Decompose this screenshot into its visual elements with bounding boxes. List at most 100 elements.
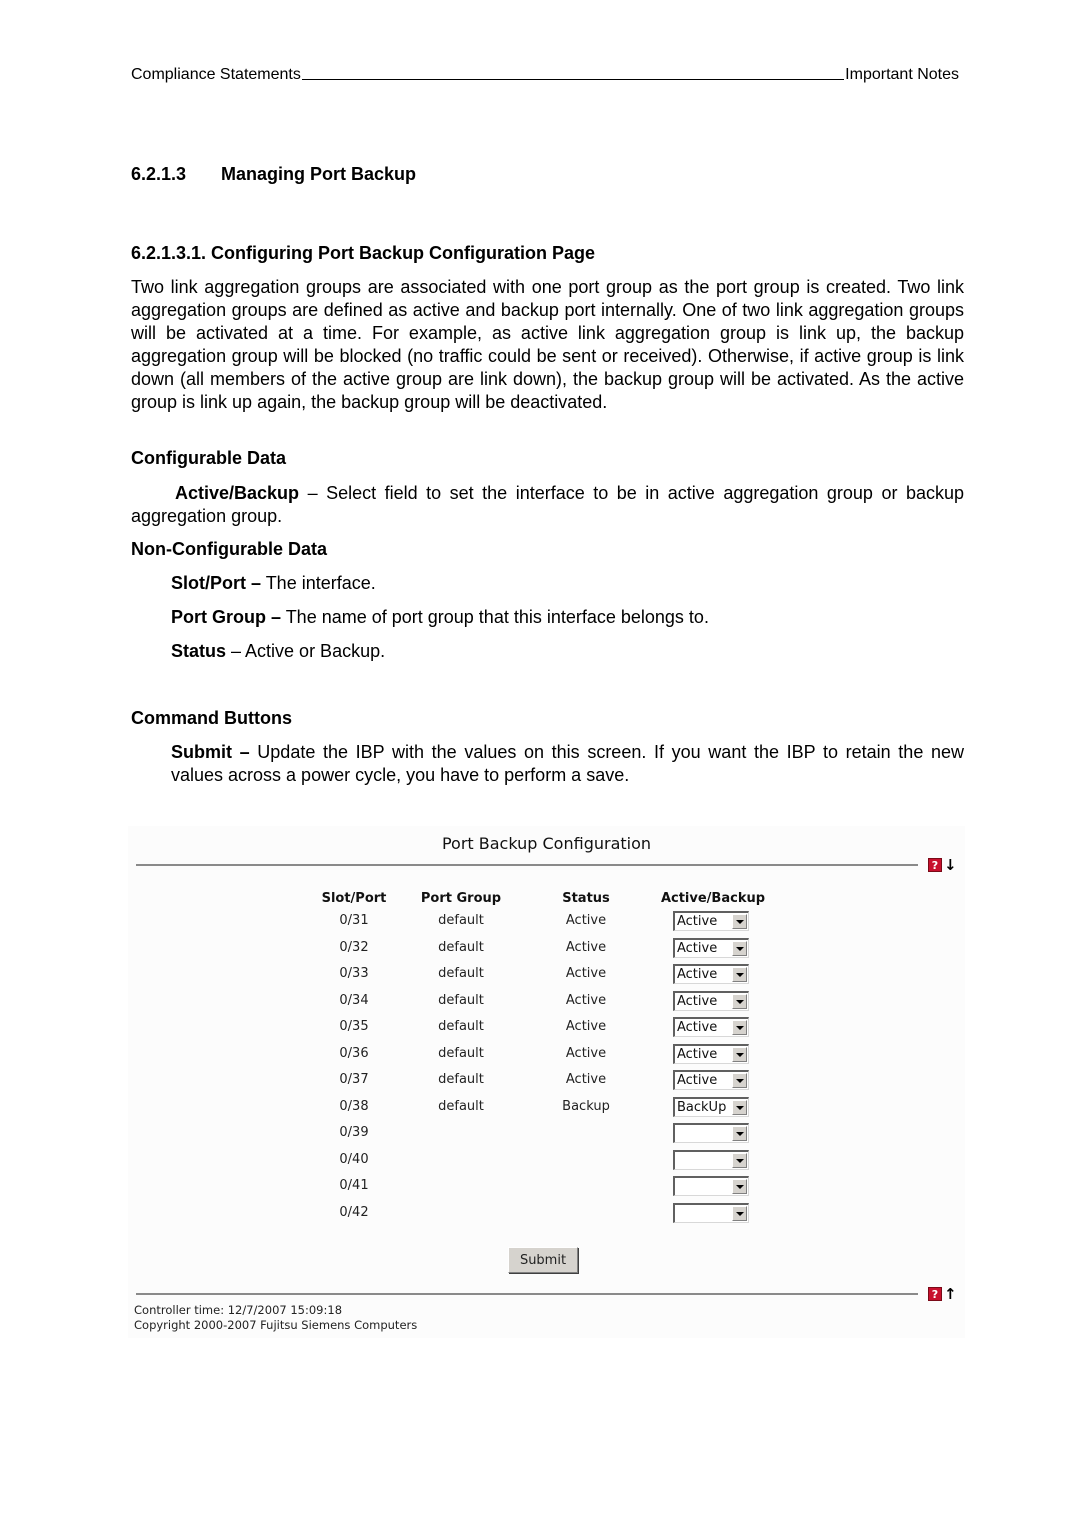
slot-port-cell: 0/37: [339, 1072, 369, 1087]
port-group-cell: default: [438, 1072, 484, 1087]
term: Status: [171, 641, 227, 661]
chevron-down-icon[interactable]: [732, 1073, 747, 1088]
description: The interface.: [261, 573, 376, 593]
term: Port Group –: [171, 607, 282, 627]
bottom-divider: [136, 1293, 918, 1295]
section-number: 6.2.1.3: [131, 164, 187, 184]
slot-port-cell: 0/35: [339, 1019, 369, 1034]
table-row: 0/31 default Active Active: [128, 910, 965, 937]
port-backup-configuration-screenshot: Port Backup Configuration ? ↓ Slot/Port …: [128, 826, 965, 1338]
table-row: 0/34 default Active Active: [128, 990, 965, 1017]
status-cell: Active: [565, 939, 607, 955]
active-backup-select[interactable]: Active: [673, 964, 749, 984]
active-backup-select[interactable]: Active: [673, 1043, 749, 1064]
table-row: 0/41: [128, 1175, 965, 1202]
chevron-down-icon[interactable]: [732, 1020, 747, 1035]
command-buttons-heading: Command Buttons: [131, 708, 292, 728]
table-row: 0/40: [128, 1149, 965, 1176]
active-backup-select[interactable]: BackUp: [673, 1096, 749, 1117]
active-backup-select[interactable]: Active: [673, 1070, 749, 1090]
description: – Active or Backup.: [226, 641, 386, 661]
chevron-down-icon[interactable]: [732, 1205, 747, 1221]
active-backup-select[interactable]: Active: [673, 937, 749, 958]
header-left: Compliance Statements: [131, 66, 301, 83]
chevron-down-icon[interactable]: [732, 967, 747, 982]
slot-port-cell: 0/36: [339, 1045, 369, 1061]
column-header-slot-port: Slot/Port: [321, 891, 387, 906]
status-cell: Active: [565, 1072, 607, 1087]
table-row: 0/33 default Active Active: [128, 963, 965, 990]
slot-port-cell: 0/42: [339, 1204, 369, 1220]
slot-port-cell: 0/31: [339, 913, 369, 928]
port-group-cell: default: [438, 1098, 484, 1114]
controller-time: Controller time: 12/7/2007 15:09:18: [134, 1303, 343, 1317]
top-divider: [136, 864, 918, 866]
table-header-row: Slot/Port Port Group Status Active/Backu…: [128, 888, 965, 910]
definition-active-backup: Active/Backup – Select field to set the …: [131, 482, 964, 528]
ui-page-title: Port Backup Configuration: [441, 834, 652, 853]
description: Update the IBP with the values on this s…: [171, 742, 964, 785]
chevron-down-icon[interactable]: [732, 1179, 747, 1194]
active-backup-select[interactable]: [673, 1202, 749, 1223]
chevron-down-icon[interactable]: [732, 1046, 747, 1062]
port-backup-table: Slot/Port Port Group Status Active/Backu…: [128, 888, 965, 1228]
port-group-cell: default: [438, 913, 484, 928]
definition-submit: Submit – Update the IBP with the values …: [171, 741, 964, 787]
table-row: 0/37 default Active Active: [128, 1069, 965, 1096]
table-row: 0/39: [128, 1122, 965, 1149]
slot-port-cell: 0/34: [339, 992, 369, 1008]
selected-value: Active: [677, 914, 718, 929]
chevron-down-icon[interactable]: [732, 1152, 747, 1168]
chevron-down-icon[interactable]: [732, 1099, 747, 1115]
active-backup-select[interactable]: Active: [673, 911, 749, 931]
port-group-cell: default: [438, 939, 484, 955]
table-row: 0/35 default Active Active: [128, 1016, 965, 1043]
help-icon[interactable]: ?: [928, 858, 942, 872]
table-row: 0/42: [128, 1202, 965, 1229]
selected-value: Active: [677, 940, 718, 956]
status-cell: Backup: [562, 1098, 610, 1114]
running-header: Compliance Statements Important Notes: [131, 62, 959, 84]
column-header-status: Status: [562, 891, 610, 906]
active-backup-select[interactable]: [673, 1176, 749, 1196]
table-row: 0/32 default Active Active: [128, 937, 965, 964]
port-group-cell: default: [438, 992, 484, 1008]
slot-port-cell: 0/39: [339, 1125, 369, 1140]
slot-port-cell: 0/40: [339, 1151, 369, 1167]
chevron-down-icon[interactable]: [732, 1126, 747, 1141]
column-header-active-backup: Active/Backup: [660, 891, 766, 906]
arrow-up-icon[interactable]: ↑: [944, 1287, 957, 1302]
column-header-port-group: Port Group: [420, 891, 502, 906]
slot-port-cell: 0/41: [339, 1178, 369, 1193]
slot-port-cell: 0/32: [339, 939, 369, 955]
subsection-heading: 6.2.1.3.1. Configuring Port Backup Confi…: [131, 243, 596, 263]
section-title: Managing Port Backup: [221, 164, 417, 184]
intro-paragraph: Two link aggregation groups are associat…: [131, 277, 964, 412]
header-rule: [301, 79, 845, 80]
section-heading: 6.2.1.3 Managing Port Backup: [131, 164, 416, 185]
arrow-down-icon[interactable]: ↓: [944, 858, 957, 873]
selected-value: Active: [677, 967, 718, 982]
selected-value: BackUp: [677, 1099, 727, 1115]
status-cell: Active: [565, 966, 607, 981]
slot-port-cell: 0/38: [339, 1098, 369, 1114]
port-group-cell: default: [438, 1045, 484, 1061]
submit-button[interactable]: Submit: [508, 1247, 578, 1273]
chevron-down-icon[interactable]: [732, 993, 747, 1009]
table-row: 0/36 default Active Active: [128, 1043, 965, 1070]
copyright: Copyright 2000-2007 Fujitsu Siemens Comp…: [134, 1318, 418, 1332]
active-backup-select[interactable]: Active: [673, 1017, 749, 1037]
port-group-cell: default: [438, 1019, 484, 1034]
active-backup-select[interactable]: [673, 1149, 749, 1170]
chevron-down-icon[interactable]: [732, 914, 747, 929]
slot-port-cell: 0/33: [339, 966, 369, 981]
port-group-cell: default: [438, 966, 484, 981]
selected-value: Active: [677, 1073, 718, 1088]
active-backup-select[interactable]: Active: [673, 990, 749, 1011]
term: Submit –: [171, 742, 250, 762]
active-backup-select[interactable]: [673, 1123, 749, 1143]
definition-status: Status – Active or Backup.: [171, 640, 385, 663]
term: Active/Backup: [175, 483, 300, 503]
chevron-down-icon[interactable]: [732, 940, 747, 956]
help-icon[interactable]: ?: [928, 1287, 942, 1301]
